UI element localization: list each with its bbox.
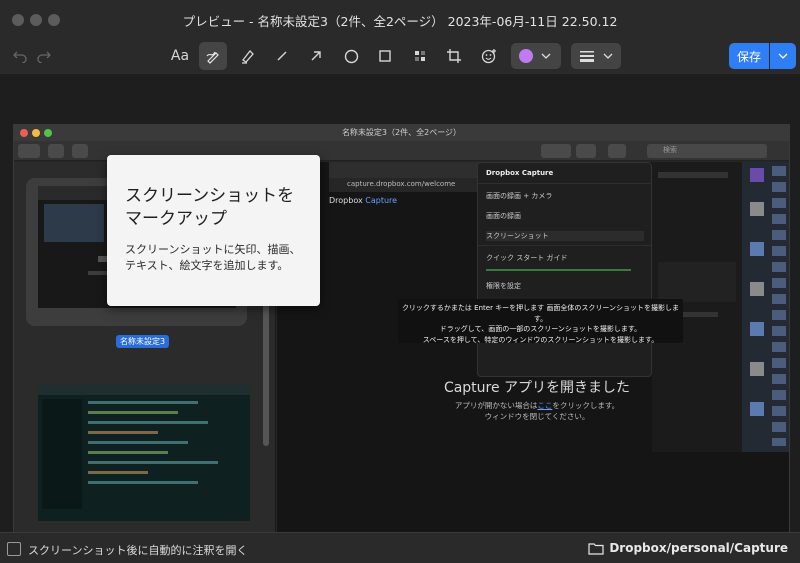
rectangle-tool-button[interactable] — [371, 42, 399, 70]
capture-hint-tooltip: クリックするかまたは Enter キーを押します 画面全体のスクリーンショットを… — [398, 299, 683, 344]
folder-icon — [588, 542, 604, 555]
desktop-icons — [742, 162, 789, 452]
draw-tool-button[interactable] — [199, 42, 227, 70]
color-swatch — [519, 49, 533, 63]
undo-button[interactable] — [10, 42, 30, 70]
status-bar: スクリーンショット後に自動的に注釈を開く Dropbox/personal/Ca… — [0, 532, 800, 563]
color-picker[interactable] — [511, 43, 561, 69]
site-logo: Dropbox Capture — [329, 196, 398, 205]
scribble-pen-icon — [206, 51, 219, 64]
undo-icon — [13, 51, 27, 63]
popover-body: スクリーンショットに矢印、描画、 テキスト、絵文字を追加します。 — [125, 243, 301, 272]
text-tool-label: Aa — [170, 48, 190, 64]
crop-icon — [447, 49, 461, 63]
preview-titlebar: 名称未設定3（2件、全2ページ） — [14, 125, 789, 141]
thumbnail-label: 名称未設定3 — [116, 335, 170, 348]
title-bar: プレビュー - 名称未設定3（2件、全2ページ） 2023年-06月-11日 2… — [0, 0, 800, 38]
chevron-down-icon — [541, 53, 551, 59]
window-title: プレビュー - 名称未設定3（2件、全2ページ） 2023年-06月-11日 2… — [182, 14, 618, 29]
highlighter-tool-button[interactable] — [233, 42, 261, 70]
text-tool-button[interactable]: Aa — [166, 42, 194, 70]
preview-main-page: capture.dropbox.com/welcome Dropbox Capt… — [277, 162, 789, 560]
chevron-down-icon — [603, 53, 613, 59]
arrow-icon — [311, 51, 321, 61]
menu-item[interactable]: スクリーンショット — [486, 231, 644, 241]
emoji-add-icon — [481, 49, 496, 64]
thumbnail-page-2 — [38, 385, 250, 521]
save-options-button[interactable] — [770, 43, 796, 69]
menu-item[interactable]: 権限を設定 — [486, 281, 521, 291]
markup-canvas[interactable]: 名称未設定3（2件、全2ページ） 検索 名称未設定3 capture.dropb… — [0, 74, 800, 561]
auto-annotate-label: スクリーンショット後に自動的に注釈を開く — [28, 544, 248, 557]
pixelate-tool-button[interactable] — [406, 42, 434, 70]
capture-opened-heading: Capture アプリを開きました — [443, 380, 631, 396]
line-weight-icon — [580, 51, 594, 62]
save-folder-path: Dropbox/personal/Capture — [609, 541, 788, 555]
chevron-down-icon — [778, 53, 788, 59]
line-tool-button[interactable] — [268, 42, 296, 70]
popover-title: スクリーンショットを マークアップ — [125, 186, 295, 229]
line-icon — [277, 51, 287, 61]
redo-button[interactable] — [34, 42, 54, 70]
pixelate-icon — [415, 51, 425, 61]
capture-opened-text: アプリが開かない場合はここをクリックします。 ウィンドウを閉じてください。 — [454, 401, 620, 421]
line-weight-picker[interactable] — [571, 43, 621, 69]
save-button[interactable]: 保存 — [729, 43, 769, 69]
preview-search: 検索 — [647, 144, 767, 158]
emoji-tool-button[interactable] — [475, 42, 503, 70]
save-folder-button[interactable]: Dropbox/personal/Capture — [588, 541, 788, 555]
ellipse-tool-button[interactable] — [337, 42, 365, 70]
auto-annotate-checkbox[interactable] — [7, 542, 21, 556]
menu-item[interactable]: クイック スタート ガイド — [486, 253, 567, 263]
menu-item[interactable]: 画面の録画 + カメラ — [486, 191, 552, 201]
arrow-tool-button[interactable] — [302, 42, 330, 70]
preview-title: 名称未設定3（2件、全2ページ） — [341, 128, 462, 137]
crop-tool-button[interactable] — [440, 42, 468, 70]
circle-icon — [344, 49, 358, 63]
menu-item[interactable]: 画面の録画 — [486, 211, 521, 221]
markup-tooltip-popover: スクリーンショットを マークアップ スクリーンショットに矢印、描画、 テキスト、… — [107, 155, 320, 306]
square-icon — [379, 50, 391, 62]
redo-icon — [37, 51, 51, 63]
markup-toolbar: Aa 保存 — [0, 38, 800, 74]
marker-icon — [242, 50, 254, 64]
